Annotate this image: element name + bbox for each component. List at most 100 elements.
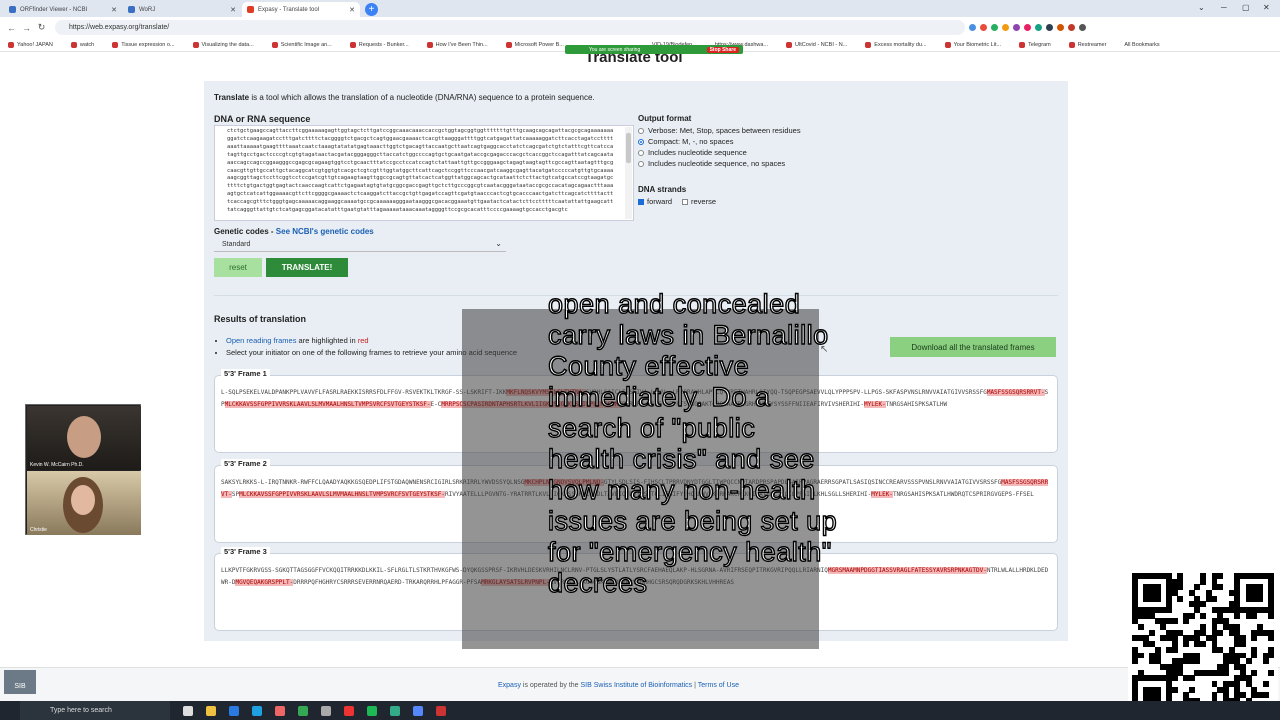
bookmark-item[interactable]: Visualizing the data... [192,41,254,48]
extension-icon[interactable] [1035,24,1042,31]
app-icon[interactable] [344,705,354,716]
bookmark-item[interactable]: UltCovid - NCBI - N... [786,41,847,48]
genetic-codes-label: Genetic codes - See NCBI's genetic codes [214,227,374,236]
qr-module [1200,601,1207,608]
task-view-icon[interactable] [183,705,193,716]
radio-icon[interactable] [638,149,644,156]
file-explorer-icon[interactable] [206,705,216,716]
extension-icon[interactable] [1057,24,1064,31]
qr-module [1200,641,1207,648]
qr-module [1183,641,1190,648]
app-icon[interactable] [413,705,423,716]
chrome-icon[interactable] [298,705,308,716]
minimize-icon[interactable]: ─ [1221,3,1227,12]
qr-module [1171,618,1178,625]
extension-icon[interactable] [1002,24,1009,31]
bookmark-item[interactable]: How I've Been Thin... [426,41,488,48]
forward-icon[interactable]: → [19,23,34,33]
output-option-compact[interactable]: Compact: M, -, no spaces [638,137,801,146]
textarea-scrollbar[interactable] [625,127,632,219]
genetic-code-select[interactable]: Standard ⌄ [214,239,506,252]
radio-selected-icon[interactable] [638,138,644,145]
sib-link[interactable]: SIB Swiss Institute of Bioinformatics [581,682,693,689]
reset-button[interactable]: reset [214,258,262,277]
bookmark-item[interactable]: Telegram [1019,41,1051,48]
browser-tab-expasy[interactable]: Expasy - Translate tool ✕ [242,2,360,17]
qr-module [1171,646,1178,653]
bookmark-item[interactable]: All Bookmarks [1124,42,1159,48]
extension-icon[interactable] [1024,24,1031,31]
bookmark-item[interactable]: Excess mortality du... [865,41,927,48]
bookmark-item[interactable]: watch [70,41,94,48]
radio-icon[interactable] [638,160,644,167]
new-tab-button[interactable]: + [365,3,378,16]
app-icon[interactable] [436,705,446,716]
bookmark-item[interactable]: Tissue expression o... [112,41,175,48]
bookmark-item[interactable]: Microsoft Power B... [505,41,564,48]
qr-module [1268,652,1275,659]
browser-tab-worj[interactable]: WoRJ ✕ [123,2,241,17]
url-field[interactable]: https://web.expasy.org/translate/ [55,20,965,35]
maximize-icon[interactable]: ▢ [1242,3,1250,12]
chevron-down-icon[interactable]: ⌄ [1198,3,1205,12]
translate-button[interactable]: TRANSLATE! [266,258,348,277]
frame-label: 5'3' Frame 1 [221,369,270,378]
expasy-link[interactable]: Expasy [498,682,521,689]
app-icon[interactable] [321,705,331,716]
tab-title: WoRJ [139,6,156,13]
reverse-checkbox[interactable] [682,198,689,205]
qr-module [1200,612,1207,619]
footer-text: Expasy is operated by the SIB Swiss Inst… [498,682,739,689]
edge-icon[interactable] [252,705,262,716]
download-frames-button[interactable]: Download all the translated frames [890,337,1056,357]
sequence-textarea[interactable]: ctctgctgaagccagttaccttcggaaaaagagttggtag… [214,125,634,221]
qr-module [1154,595,1161,602]
tab-close-icon[interactable]: ✕ [230,6,236,14]
qr-module [1217,573,1224,579]
participant-name: Kevin W. McCairn Ph.D. [30,462,84,468]
tab-close-icon[interactable]: ✕ [349,6,355,14]
extension-icon[interactable] [1046,24,1053,31]
extension-icon[interactable] [1068,24,1075,31]
close-window-icon[interactable]: ✕ [1263,3,1270,12]
bookmark-item[interactable]: Restreamer [1068,41,1106,48]
qr-module [1217,629,1224,636]
bookmark-item[interactable]: Scientific Image an... [271,41,332,48]
output-option-verbose[interactable]: Verbose: Met, Stop, spaces between resid… [638,126,801,135]
scrollbar-thumb[interactable] [626,133,631,163]
ncbi-genetic-codes-link[interactable]: See NCBI's genetic codes [276,227,374,236]
frame-label: 5'3' Frame 2 [221,459,270,468]
bookmark-item[interactable]: Your Biometric Lit... [944,41,1001,48]
orf-link[interactable]: Open reading frames [226,336,296,345]
profile-avatar[interactable] [1079,24,1086,31]
video-call-panel: Kevin W. McCairn Ph.D. Christie [25,404,141,535]
reload-icon[interactable]: ↻ [34,22,49,33]
qr-module [1188,675,1195,682]
bookmark-item[interactable]: Yahoo! JAPAN [8,41,53,48]
qr-module [1194,584,1201,591]
page-footer: SIB Expasy is operated by the SIB Swiss … [0,667,1280,702]
app-icon[interactable] [275,705,285,716]
extension-icon[interactable] [991,24,998,31]
browser-tab-orffinder[interactable]: ORFfinder Viewer - NCBI ✕ [4,2,122,17]
stop-share-button[interactable]: Stop Share [706,46,739,53]
tab-close-icon[interactable]: ✕ [111,6,117,14]
spotify-icon[interactable] [367,705,377,716]
qr-module [1171,686,1178,693]
extension-icon[interactable] [1013,24,1020,31]
extension-icon[interactable] [969,24,976,31]
mail-icon[interactable] [229,705,239,716]
back-icon[interactable]: ← [4,23,19,33]
radio-icon[interactable] [638,127,644,134]
app-icon[interactable] [390,705,400,716]
terms-link[interactable]: Terms of Use [698,682,739,689]
extension-icon[interactable] [980,24,987,31]
taskbar-search-input[interactable]: Type here to search [20,701,170,720]
forward-checkbox[interactable] [638,198,644,205]
output-option-nucleotide[interactable]: Includes nucleotide sequence [638,148,801,157]
qr-module [1256,595,1263,602]
qr-module [1183,618,1190,625]
bookmark-item[interactable]: Requests - Bunker... [349,41,409,48]
qr-module [1268,635,1275,642]
output-option-nucleotide-nospaces[interactable]: Includes nucleotide sequence, no spaces [638,159,801,168]
